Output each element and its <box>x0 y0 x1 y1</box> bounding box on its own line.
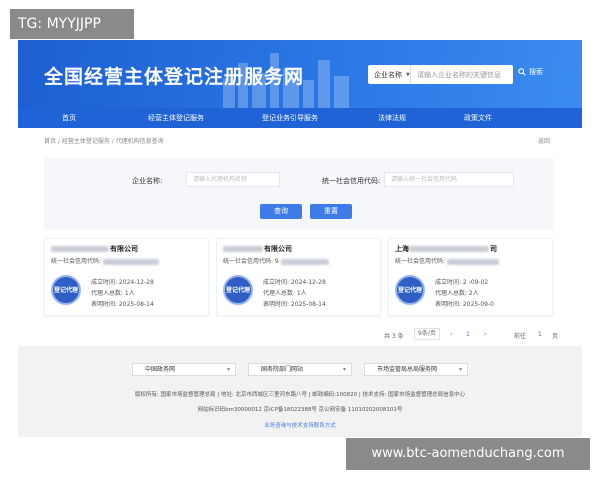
site-title: 全国经营主体登记注册服务网 <box>44 66 305 88</box>
credit-code-label: 统一社会信用代码: <box>322 177 381 185</box>
nav-item-policy[interactable]: 政策文件 <box>464 113 492 123</box>
goto-label: 前往 <box>514 333 527 340</box>
tg-tag-overlay: TG: MYYJJPP <box>10 9 134 39</box>
credit-code: 统一社会信用代码: <box>51 256 160 265</box>
nav-item-guide[interactable]: 登记业务引导服务 <box>262 113 318 123</box>
goto-unit: 页 <box>552 333 559 340</box>
search-button-label: 搜索 <box>529 68 543 76</box>
reset-button[interactable]: 重置 <box>310 204 352 219</box>
expiry-date: 表明时间: 2025-08-14 <box>263 301 326 308</box>
nav-item-laws[interactable]: 法律法规 <box>378 113 406 123</box>
footer-select-services[interactable]: 市场监管局总局服务网 ▾ <box>364 363 468 376</box>
footer: 中国政务网 ▾ 国务院部门网站 ▾ 市场监管局总局服务网 ▾ 版权所有: 国家市场监督… <box>18 346 582 437</box>
founded-date: 成立时间: 2 -09-02 <box>435 279 489 286</box>
expiry-date: 表明时间: 2025-08-14 <box>91 301 154 308</box>
next-page-button[interactable]: › <box>484 331 486 338</box>
search-form: 企业名称: 请输入代理机构名称 统一社会信用代码: 请输入统一社会信用代码 查询… <box>44 158 554 230</box>
nav-item-home[interactable]: 首页 <box>62 113 76 123</box>
header-banner: 全国经营主体登记注册服务网 企业名称 ▼ 搜索 <box>18 40 582 108</box>
breadcrumb: 首页 / 经营主体登记服务 / 代理机构信息查询 <box>44 138 164 145</box>
search-box: 企业名称 ▼ <box>368 65 513 84</box>
pagination-total: 共 3 条 <box>384 333 404 340</box>
chevron-down-icon: ▾ <box>458 366 462 373</box>
footer-contact-link[interactable]: 业务咨询与技术支持联系方式 <box>18 421 582 429</box>
footer-select-gov[interactable]: 中国政务网 ▾ <box>132 363 236 376</box>
agency-name: 有限公司 <box>223 244 292 254</box>
watermark-overlay: www.btc-aomenduchang.com <box>346 438 590 470</box>
prev-page-button[interactable]: ‹ <box>450 331 452 338</box>
footer-copyright: 版权所有: 国家市场监督管理总局 | 地址: 北京市西城区三里河东路八号 | 邮… <box>134 392 466 398</box>
current-page[interactable]: 1 <box>466 331 470 338</box>
company-name-label: 企业名称: <box>132 177 163 185</box>
agency-card[interactable]: 有限公司 统一社会信用代码: 登记代理 成立时间: 2024-12-28 代理人… <box>44 238 209 316</box>
nav-item-registration[interactable]: 经营主体登记服务 <box>148 113 204 123</box>
search-category-select[interactable]: 企业名称 ▼ <box>368 65 411 84</box>
agency-name: 有限公司 <box>51 244 138 254</box>
founded-date: 成立时间: 2024-12-28 <box>263 279 326 286</box>
search-category-label: 企业名称 <box>374 70 402 79</box>
chevron-down-icon: ▾ <box>226 366 230 373</box>
page-frame: 全国经营主体登记注册服务网 企业名称 ▼ 搜索 首页 经营主体登记服务 登记业务… <box>18 40 582 437</box>
agent-count: 代理人总数: 1人 <box>263 290 307 297</box>
credit-code: 统一社会信用代码: 9 <box>223 256 330 265</box>
founded-date: 成立时间: 2024-12-28 <box>91 279 154 286</box>
search-input[interactable] <box>411 70 513 79</box>
back-link[interactable]: 返回 <box>538 136 550 145</box>
agent-count: 代理人总数: 2人 <box>435 290 479 297</box>
registration-agent-seal: 登记代理 <box>223 275 253 305</box>
search-icon <box>518 68 526 76</box>
registration-agent-seal: 登记代理 <box>395 275 425 305</box>
query-button[interactable]: 查询 <box>260 204 302 219</box>
agency-name: 上海司 <box>395 245 497 253</box>
credit-code-input[interactable]: 请输入统一社会信用代码 <box>384 172 514 187</box>
chevron-down-icon: ▼ <box>406 71 410 78</box>
company-name-input[interactable]: 请输入代理机构名称 <box>186 172 280 187</box>
search-button[interactable]: 搜索 <box>518 67 543 77</box>
footer-select-departments[interactable]: 国务院部门网站 ▾ <box>248 363 352 376</box>
registration-agent-seal: 登记代理 <box>51 275 81 305</box>
footer-icp: 网站标识码bm30000012 京ICP备18022388号 京公网安备 110… <box>197 407 403 413</box>
page-size-select[interactable]: 9条/页 <box>414 328 440 340</box>
agency-card[interactable]: 有限公司 统一社会信用代码: 9 登记代理 成立时间: 2024-12-28 代… <box>216 238 381 316</box>
expiry-date: 表明时间: 2025-09-0 <box>435 301 494 308</box>
main-nav: 首页 经营主体登记服务 登记业务引导服务 法律法规 政策文件 <box>18 108 582 128</box>
goto-page-input[interactable]: 1 <box>538 331 542 338</box>
chevron-down-icon: ▾ <box>342 366 346 373</box>
agent-count: 代理人总数: 1人 <box>91 290 135 297</box>
credit-code: 统一社会信用代码: <box>395 256 500 265</box>
agency-card[interactable]: 上海司 统一社会信用代码: 登记代理 成立时间: 2 -09-02 代理人总数:… <box>388 238 553 316</box>
